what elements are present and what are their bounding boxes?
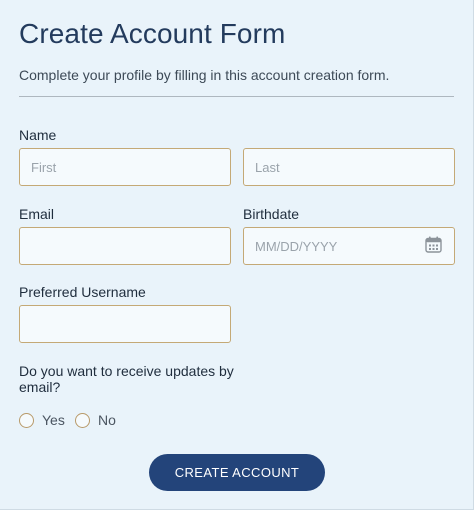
username-field[interactable] (19, 305, 231, 343)
radio-button-no[interactable] (75, 412, 90, 428)
last-name-input[interactable] (243, 148, 455, 186)
email-field[interactable] (19, 227, 231, 265)
email-label: Email (19, 206, 55, 222)
birthdate-input[interactable] (243, 227, 455, 265)
form-subtitle: Complete your profile by filling in this… (19, 67, 390, 83)
calendar-icon[interactable] (425, 236, 442, 253)
birthdate-label: Birthdate (243, 206, 300, 222)
create-account-form: Create Account Form Complete your profil… (0, 0, 474, 510)
header-divider (19, 96, 454, 97)
radio-button-yes[interactable] (19, 412, 34, 428)
updates-question: Do you want to receive updates by email? (19, 363, 234, 395)
name-label: Name (19, 127, 57, 143)
first-name-input[interactable] (19, 148, 231, 186)
radio-label-no: No (98, 412, 116, 428)
radio-label-yes: Yes (42, 412, 65, 428)
radio-option-no[interactable]: No (75, 412, 116, 428)
form-title: Create Account Form (19, 18, 286, 49)
radio-option-yes[interactable]: Yes (19, 412, 65, 428)
create-account-button[interactable]: CREATE ACCOUNT (149, 454, 325, 491)
username-label: Preferred Username (19, 284, 146, 300)
